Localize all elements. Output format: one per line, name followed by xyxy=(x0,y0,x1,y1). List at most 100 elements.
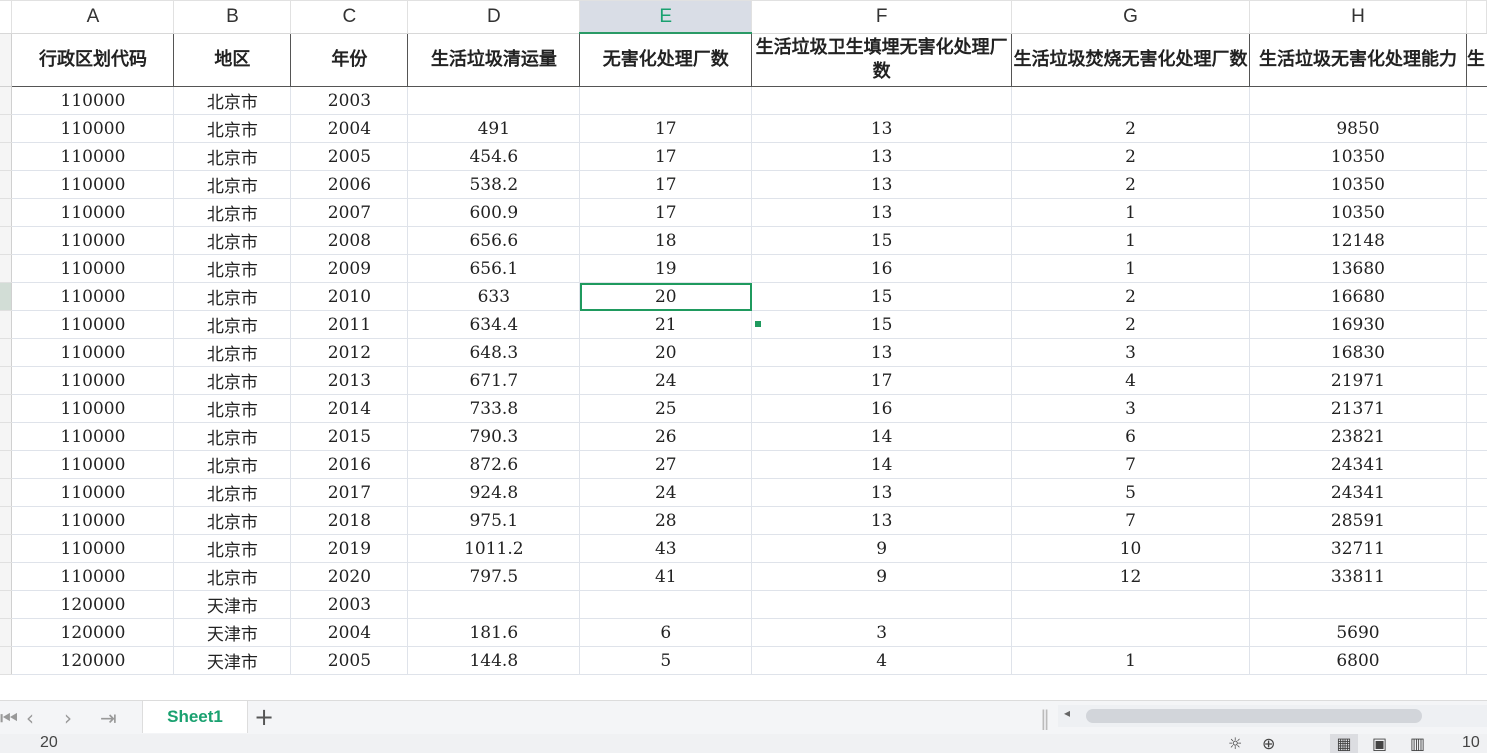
last-sheet-icon[interactable]: ⇥ xyxy=(100,706,117,730)
normal-view-icon[interactable]: ▦ xyxy=(1330,734,1358,753)
data-cell[interactable] xyxy=(1011,618,1250,647)
data-cell[interactable]: 16680 xyxy=(1249,282,1467,311)
data-cell[interactable]: 13680 xyxy=(1249,254,1467,283)
row-header[interactable] xyxy=(0,338,13,367)
data-cell[interactable]: 24341 xyxy=(1249,478,1467,507)
data-cell[interactable]: 634.4 xyxy=(407,310,581,339)
data-cell[interactable]: 181.6 xyxy=(407,618,581,647)
active-cell[interactable]: 20 xyxy=(579,282,753,311)
data-cell[interactable]: 110000 xyxy=(11,450,175,479)
data-cell[interactable]: 2005 xyxy=(290,646,409,675)
data-cell[interactable]: 120000 xyxy=(11,618,175,647)
data-cell[interactable]: 648.3 xyxy=(407,338,581,367)
data-cell[interactable]: 2005 xyxy=(290,142,409,171)
data-cell[interactable]: 2003 xyxy=(290,86,409,115)
row-header[interactable] xyxy=(0,226,13,255)
header-cell[interactable]: 生活垃圾焚烧无害化处理厂数 xyxy=(1011,33,1250,87)
data-cell[interactable] xyxy=(1466,86,1487,115)
data-cell[interactable]: 2012 xyxy=(290,338,409,367)
data-cell[interactable]: 797.5 xyxy=(407,562,581,591)
fill-handle[interactable] xyxy=(754,320,762,328)
column-header-a[interactable]: A xyxy=(11,0,175,34)
data-cell[interactable]: 1011.2 xyxy=(407,534,581,563)
data-cell[interactable]: 1 xyxy=(1011,226,1250,255)
row-header[interactable] xyxy=(0,170,13,199)
row-header[interactable] xyxy=(0,33,13,87)
data-cell[interactable]: 北京市 xyxy=(173,394,292,423)
row-header[interactable] xyxy=(0,394,13,423)
data-cell[interactable] xyxy=(1466,478,1487,507)
data-cell[interactable]: 600.9 xyxy=(407,198,581,227)
data-cell[interactable]: 2 xyxy=(1011,114,1250,143)
data-cell[interactable]: 21371 xyxy=(1249,394,1467,423)
data-cell[interactable]: 27 xyxy=(579,450,753,479)
data-cell[interactable] xyxy=(1466,142,1487,171)
data-cell[interactable]: 110000 xyxy=(11,142,175,171)
data-cell[interactable] xyxy=(407,86,581,115)
data-cell[interactable] xyxy=(1466,114,1487,143)
row-header[interactable] xyxy=(0,422,13,451)
data-cell[interactable]: 17 xyxy=(579,114,753,143)
data-cell[interactable]: 17 xyxy=(579,198,753,227)
header-cell[interactable]: 地区 xyxy=(173,33,292,87)
data-cell[interactable]: 2 xyxy=(1011,310,1250,339)
data-cell[interactable]: 17 xyxy=(579,142,753,171)
data-cell[interactable]: 5690 xyxy=(1249,618,1467,647)
data-cell[interactable]: 12 xyxy=(1011,562,1250,591)
data-cell[interactable]: 110000 xyxy=(11,170,175,199)
column-header-c[interactable]: C xyxy=(290,0,409,34)
data-cell[interactable]: 天津市 xyxy=(173,590,292,619)
data-cell[interactable]: 13 xyxy=(751,478,1013,507)
data-cell[interactable]: 2006 xyxy=(290,170,409,199)
data-cell[interactable]: 9850 xyxy=(1249,114,1467,143)
data-cell[interactable] xyxy=(1011,86,1250,115)
data-cell[interactable]: 23821 xyxy=(1249,422,1467,451)
data-cell[interactable]: 北京市 xyxy=(173,534,292,563)
data-cell[interactable]: 33811 xyxy=(1249,562,1467,591)
first-sheet-icon[interactable]: ⏮ xyxy=(0,706,18,730)
data-cell[interactable]: 2013 xyxy=(290,366,409,395)
data-cell[interactable]: 924.8 xyxy=(407,478,581,507)
header-cell[interactable]: 生活垃圾无害化处理能力 xyxy=(1249,33,1467,87)
eye-protection-icon[interactable]: ☼ xyxy=(1228,734,1242,753)
data-cell[interactable]: 2018 xyxy=(290,506,409,535)
data-cell[interactable]: 110000 xyxy=(11,562,175,591)
row-header[interactable] xyxy=(0,506,13,535)
row-header[interactable] xyxy=(0,142,13,171)
data-cell[interactable]: 43 xyxy=(579,534,753,563)
data-cell[interactable]: 790.3 xyxy=(407,422,581,451)
header-cell[interactable]: 生活垃圾卫生填埋无害化处理厂数 xyxy=(751,33,1013,87)
data-cell[interactable]: 6 xyxy=(1011,422,1250,451)
data-cell[interactable]: 2003 xyxy=(290,590,409,619)
data-cell[interactable] xyxy=(1466,646,1487,675)
data-cell[interactable]: 天津市 xyxy=(173,646,292,675)
row-header[interactable] xyxy=(0,114,13,143)
data-cell[interactable]: 2015 xyxy=(290,422,409,451)
data-cell[interactable]: 北京市 xyxy=(173,450,292,479)
data-cell[interactable]: 3 xyxy=(1011,394,1250,423)
spreadsheet-grid[interactable]: ABCDEFGH 行政区划代码 地区 年份 生活垃圾清运量 无害化处理厂数 生活垃圾卫生填… xyxy=(0,0,1487,700)
row-header[interactable] xyxy=(0,86,13,115)
data-cell[interactable]: 16930 xyxy=(1249,310,1467,339)
data-cell[interactable]: 2009 xyxy=(290,254,409,283)
data-cell[interactable]: 110000 xyxy=(11,86,175,115)
select-all-corner[interactable] xyxy=(0,0,13,34)
column-header-i[interactable] xyxy=(1466,0,1487,34)
data-cell[interactable]: 2008 xyxy=(290,226,409,255)
data-cell[interactable] xyxy=(579,86,753,115)
data-cell[interactable]: 28591 xyxy=(1249,506,1467,535)
horizontal-scroll-thumb[interactable] xyxy=(1086,709,1422,723)
data-cell[interactable]: 10 xyxy=(1011,534,1250,563)
data-cell[interactable]: 110000 xyxy=(11,338,175,367)
data-cell[interactable]: 5 xyxy=(579,646,753,675)
data-cell[interactable]: 15 xyxy=(751,282,1013,311)
data-cell[interactable]: 6 xyxy=(579,618,753,647)
header-cell[interactable]: 年份 xyxy=(290,33,409,87)
data-cell[interactable]: 13 xyxy=(751,338,1013,367)
data-cell[interactable]: 110000 xyxy=(11,366,175,395)
data-cell[interactable] xyxy=(1466,534,1487,563)
data-cell[interactable]: 16 xyxy=(751,394,1013,423)
data-cell[interactable]: 41 xyxy=(579,562,753,591)
add-sheet-icon[interactable]: + xyxy=(254,703,274,731)
data-cell[interactable]: 17 xyxy=(751,366,1013,395)
